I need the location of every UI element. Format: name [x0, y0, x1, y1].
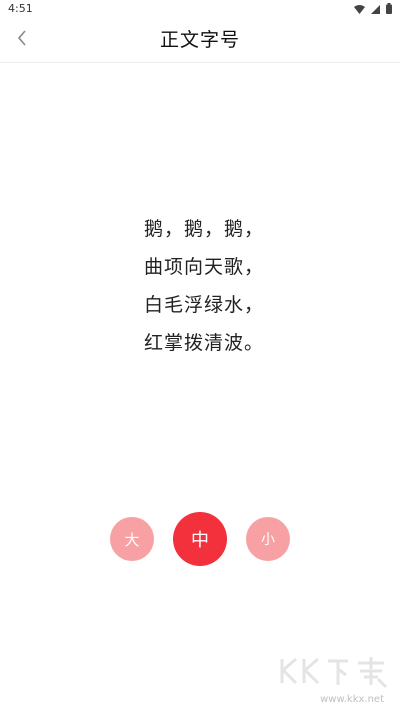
preview-poem: 鹅，鹅，鹅， 曲项向天歌， 白毛浮绿水， 红掌拨清波。	[0, 210, 400, 362]
status-time: 4:51	[8, 2, 33, 15]
status-icons	[354, 3, 392, 17]
poem-line: 曲项向天歌，	[143, 256, 264, 278]
signal-icon	[371, 4, 380, 17]
back-button[interactable]	[6, 24, 38, 56]
header-bar: 正文字号	[0, 18, 400, 63]
page-title: 正文字号	[159, 29, 240, 51]
kk-watermark-logo	[274, 653, 394, 693]
watermark-url: www.kkx.net	[320, 694, 384, 705]
battery-icon	[386, 3, 392, 17]
font-size-screen: 4:51 正文字号 鹅，鹅，鹅， 曲项向天歌， 白毛浮绿水， 红掌拨清波。 大	[0, 0, 400, 711]
poem-line: 白毛浮绿水，	[143, 294, 264, 316]
poem-line: 红掌拨清波。	[143, 332, 264, 354]
status-bar: 4:51	[0, 0, 400, 18]
small-size-button[interactable]: 小	[246, 517, 290, 561]
medium-size-button[interactable]: 中	[173, 512, 227, 566]
chevron-left-icon	[16, 29, 28, 51]
poem-line: 鹅，鹅，鹅，	[143, 218, 264, 240]
large-size-button[interactable]: 大	[110, 517, 154, 561]
font-size-selector: 大 中 小	[0, 512, 400, 566]
wifi-icon	[354, 4, 365, 17]
